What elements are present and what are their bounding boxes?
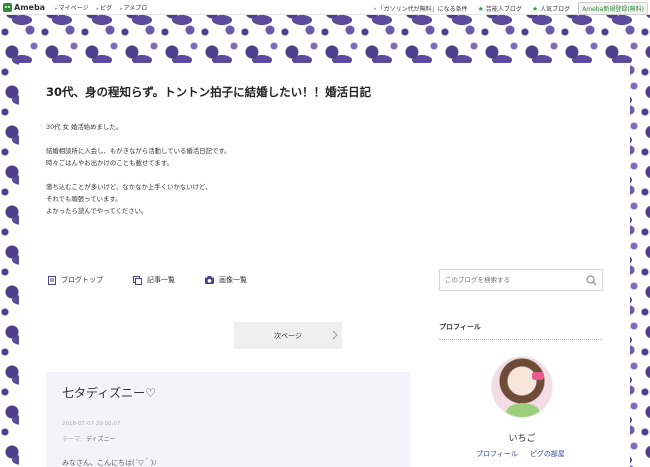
blog-search-input[interactable] [445, 276, 580, 284]
entry-title[interactable]: 七タディズニー♡ [62, 384, 156, 401]
ameba-header-bar: Ameba マイページ ピグ アメブロ 「ガソリン代が無料」になる条件 ★ 芸能… [0, 0, 650, 15]
theme-link[interactable]: ディズニー [86, 436, 116, 443]
ameba-face-icon [3, 2, 12, 12]
ameba-logo-text: Ameba [14, 2, 46, 12]
blog-title[interactable]: 30代、身の程知らず。トントン拍子に結婚したい！！婚活日記 [46, 84, 371, 100]
blog-top-label: ブログトップ [61, 276, 103, 284]
description-line: それでも頑張っています。 [46, 195, 122, 203]
blog-main-panel: 30代、身の程知らず。トントン拍子に結婚したい！！婚活日記 30代 女 婚活始め… [19, 63, 630, 467]
entry-theme: テーマ: ディズニー [62, 434, 116, 443]
entry-body: みなさん、こんにちは(´▽｀)ﾉ [62, 459, 157, 467]
star-icon: ★ [477, 4, 484, 13]
description-line: 落ち込むことが多いけど、なかなか上手くいかないけど、 [46, 183, 212, 191]
avatar[interactable] [491, 356, 553, 418]
article-list-icon [133, 275, 142, 285]
blog-top-icon [48, 275, 56, 285]
search-icon[interactable] [586, 275, 597, 286]
ameba-logo[interactable]: Ameba [3, 2, 46, 12]
description-line: よかったら読んでやってください。 [46, 207, 148, 215]
blog-search-box [439, 269, 603, 291]
article-list-label: 記事一覧 [147, 276, 175, 284]
popular-blog-link[interactable]: ★ 人気ブログ [531, 4, 571, 14]
blog-entry: 七タディズニー♡ 2018-07-07 20:00:07 テーマ: ディズニー … [46, 372, 411, 467]
avatar-bow [532, 372, 544, 380]
description-line: 30代 女 婚活始めました。 [46, 123, 123, 131]
next-page-label: 次ページ [274, 331, 302, 340]
nav-pigg-link[interactable]: ピグ [96, 3, 112, 12]
entry-date: 2018-07-07 20:00:07 [62, 421, 121, 427]
description-line: 時々ごはんやお出かけのことも載せてます。 [46, 159, 173, 167]
official-blog-link[interactable]: ★ 芸能人ブログ [477, 4, 522, 14]
pigg-room-link[interactable]: ピグの部屋 [530, 449, 565, 459]
nav-ameblo-link[interactable]: アメブロ [120, 3, 148, 12]
description-line: 結婚相談所に入会し、もがきながら活動している婚活日記です。 [46, 147, 231, 155]
nav-mypage-link[interactable]: マイページ [55, 3, 89, 12]
avatar-dress [506, 403, 540, 417]
divider [439, 339, 603, 340]
promo-link[interactable]: 「ガソリン代が無料」になる条件 [374, 4, 468, 13]
star-icon: ★ [531, 4, 539, 13]
image-list-label: 画像一覧 [219, 276, 247, 284]
blog-description: 30代 女 婚活始めました。 結婚相談所に入会し、もがきながら活動している婚活日… [46, 121, 231, 217]
theme-label: テーマ: [62, 436, 83, 443]
official-blog-label: 芸能人ブログ [485, 6, 522, 13]
header-right: 「ガソリン代が無料」になる条件 ★ 芸能人ブログ ★ 人気ブログ Ameba新規… [364, 2, 648, 15]
chevron-right-icon [332, 330, 338, 340]
profile-links: プロフィール ピグの部屋 [476, 449, 577, 459]
register-button[interactable]: Ameba新規登録(無料) [578, 2, 648, 15]
blog-top-link[interactable]: ブログトップ [48, 275, 103, 285]
article-list-link[interactable]: 記事一覧 [133, 275, 175, 285]
next-page-button[interactable]: 次ページ [234, 322, 342, 349]
profile-name: いちご [508, 434, 536, 444]
popular-blog-label: 人気ブログ [540, 6, 571, 13]
blog-nav: ブログトップ 記事一覧 画像一覧 [48, 275, 277, 285]
image-list-link[interactable]: 画像一覧 [205, 275, 247, 285]
profile-heading: プロフィール [439, 323, 481, 331]
camera-icon [205, 276, 214, 284]
header-nav: マイページ ピグ アメブロ [55, 3, 155, 12]
profile-link[interactable]: プロフィール [476, 449, 518, 459]
